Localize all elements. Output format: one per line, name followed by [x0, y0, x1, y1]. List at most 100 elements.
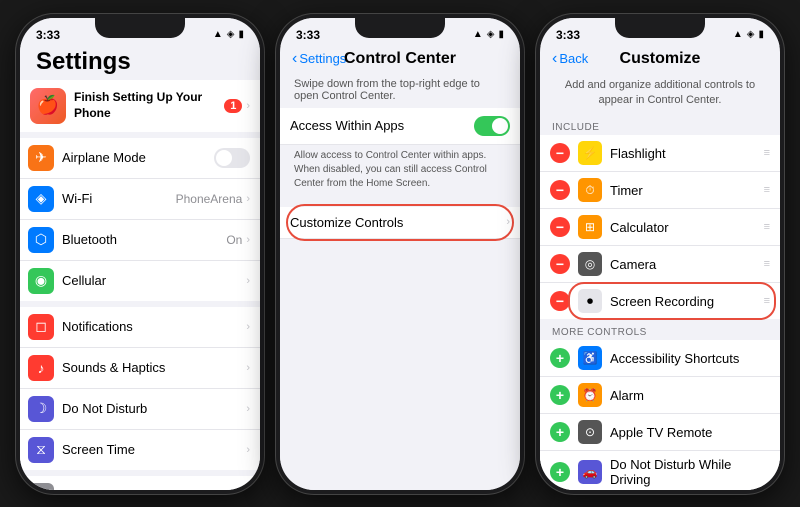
bluetooth-item[interactable]: ⬡ Bluetooth On › — [20, 220, 260, 261]
notifications-item[interactable]: ◻ Notifications › — [20, 307, 260, 348]
settings-title: Settings — [36, 48, 244, 76]
bluetooth-label: Bluetooth — [62, 232, 226, 247]
battery-icon: ▮ — [238, 29, 244, 40]
timer-label: Timer — [610, 183, 764, 198]
customize-row[interactable]: Customize Controls › — [280, 207, 520, 239]
access-row[interactable]: Access Within Apps — [280, 108, 520, 145]
wifi-item[interactable]: ◈ Wi-Fi PhoneArena › — [20, 179, 260, 220]
sounds-chevron: › — [246, 362, 250, 374]
customize-title: Customize — [620, 50, 701, 68]
bluetooth-value: On — [226, 233, 242, 247]
airplane-toggle[interactable] — [214, 148, 250, 168]
dnd-item[interactable]: ☽ Do Not Disturb › — [20, 389, 260, 430]
time-1: 3:33 — [36, 28, 60, 42]
cellular-icon: ◉ — [28, 268, 54, 294]
airplane-label: Airplane Mode — [62, 150, 214, 165]
accessibility-plus[interactable]: + — [550, 348, 570, 368]
screen-recording-item[interactable]: − ⏺ Screen Recording ≡ — [540, 283, 780, 319]
back-button-2[interactable]: ‹ Settings — [292, 50, 346, 68]
dnd-driving-plus[interactable]: + — [550, 462, 570, 482]
dnd-driving-icon: 🚗 — [578, 460, 602, 484]
timer-drag: ≡ — [764, 184, 770, 196]
airplane-mode-item[interactable]: ✈ Airplane Mode — [20, 138, 260, 179]
dnd-icon: ☽ — [28, 396, 54, 422]
alarm-plus[interactable]: + — [550, 385, 570, 405]
phone-3: 3:33 ▲ ◈ ▮ ‹ Back Customize Add and orga… — [536, 14, 784, 494]
appletv-item[interactable]: + ⊙ Apple TV Remote — [540, 414, 780, 451]
cc-content: Swipe down from the top-right edge to op… — [280, 72, 520, 490]
appletv-plus[interactable]: + — [550, 422, 570, 442]
status-bar-2: 3:33 ▲ ◈ ▮ — [280, 18, 520, 46]
section-notifications: ◻ Notifications › ♪ Sounds & Haptics › ☽… — [20, 307, 260, 470]
accessibility-item[interactable]: + ♿ Accessibility Shortcuts — [540, 340, 780, 377]
appletv-icon: ⊙ — [578, 420, 602, 444]
general-label: General — [62, 488, 246, 490]
cellular-label: Cellular — [62, 273, 246, 288]
cellular-chevron: › — [246, 275, 250, 287]
calculator-item[interactable]: − ⊞ Calculator ≡ — [540, 209, 780, 246]
timer-icon: ⏱ — [578, 178, 602, 202]
finish-banner[interactable]: 🍎 Finish Setting Up Your Phone 1 › — [20, 80, 260, 132]
signal-icon: ▲ — [213, 29, 223, 40]
finish-chevron: › — [246, 100, 250, 112]
flashlight-drag: ≡ — [764, 147, 770, 159]
alarm-icon: ⏰ — [578, 383, 602, 407]
back-button-3[interactable]: ‹ Back — [552, 50, 588, 68]
calculator-drag: ≡ — [764, 221, 770, 233]
more-header: MORE CONTROLS — [540, 323, 780, 340]
flashlight-icon: ⚡ — [578, 141, 602, 165]
screentime-icon: ⧖ — [28, 437, 54, 463]
dnd-driving-item[interactable]: + 🚗 Do Not Disturb While Driving — [540, 451, 780, 489]
appletv-label: Apple TV Remote — [610, 425, 770, 440]
flashlight-item[interactable]: − ⚡ Flashlight ≡ — [540, 135, 780, 172]
cellular-item[interactable]: ◉ Cellular › — [20, 261, 260, 301]
bluetooth-icon: ⬡ — [28, 227, 54, 253]
customize-section: Customize Controls › — [280, 207, 520, 239]
screentime-item[interactable]: ⧖ Screen Time › — [20, 430, 260, 470]
customize-content: Add and organize additional controls to … — [540, 72, 780, 490]
screentime-label: Screen Time — [62, 442, 246, 457]
status-bar-1: 3:33 ▲ ◈ ▮ — [20, 18, 260, 46]
sounds-item[interactable]: ♪ Sounds & Haptics › — [20, 348, 260, 389]
settings-list[interactable]: 🍎 Finish Setting Up Your Phone 1 › ✈ Air… — [20, 80, 260, 490]
camera-icon: ◎ — [578, 252, 602, 276]
sounds-icon: ♪ — [28, 355, 54, 381]
notifications-chevron: › — [246, 321, 250, 333]
battery-icon-3: ▮ — [758, 29, 764, 40]
general-item[interactable]: ⚙ General › — [20, 476, 260, 490]
notch-1 — [95, 18, 185, 38]
notch-2 — [355, 18, 445, 38]
customize-chevron: › — [506, 216, 510, 228]
calculator-label: Calculator — [610, 220, 764, 235]
cc-description: Swipe down from the top-right edge to op… — [280, 72, 520, 108]
back-label-3: Back — [559, 51, 588, 66]
bluetooth-chevron: › — [246, 234, 250, 246]
flashlight-minus[interactable]: − — [550, 143, 570, 163]
calculator-icon: ⊞ — [578, 215, 602, 239]
wifi-chevron: › — [246, 193, 250, 205]
more-list: + ♿ Accessibility Shortcuts + ⏰ Alarm + … — [540, 340, 780, 489]
cc-title: Control Center — [344, 50, 456, 68]
camera-item[interactable]: − ◎ Camera ≡ — [540, 246, 780, 283]
access-label: Access Within Apps — [290, 118, 474, 133]
nav-bar-2: ‹ Settings Control Center — [280, 46, 520, 72]
timer-minus[interactable]: − — [550, 180, 570, 200]
notifications-label: Notifications — [62, 319, 246, 334]
timer-item[interactable]: − ⏱ Timer ≡ — [540, 172, 780, 209]
signal-icon-3: ▲ — [733, 29, 743, 40]
access-desc: Allow access to Control Center within ap… — [280, 145, 520, 199]
alarm-item[interactable]: + ⏰ Alarm — [540, 377, 780, 414]
time-2: 3:33 — [296, 28, 320, 42]
access-toggle[interactable] — [474, 116, 510, 136]
camera-drag: ≡ — [764, 258, 770, 270]
screenrec-minus[interactable]: − — [550, 291, 570, 311]
general-icon: ⚙ — [28, 483, 54, 490]
signal-icon-2: ▲ — [473, 29, 483, 40]
wifi-icon-2: ◈ — [487, 29, 495, 40]
camera-minus[interactable]: − — [550, 254, 570, 274]
flashlight-label: Flashlight — [610, 146, 764, 161]
camera-label: Camera — [610, 257, 764, 272]
include-header: INCLUDE — [540, 118, 780, 135]
wifi-item-icon: ◈ — [28, 186, 54, 212]
calculator-minus[interactable]: − — [550, 217, 570, 237]
